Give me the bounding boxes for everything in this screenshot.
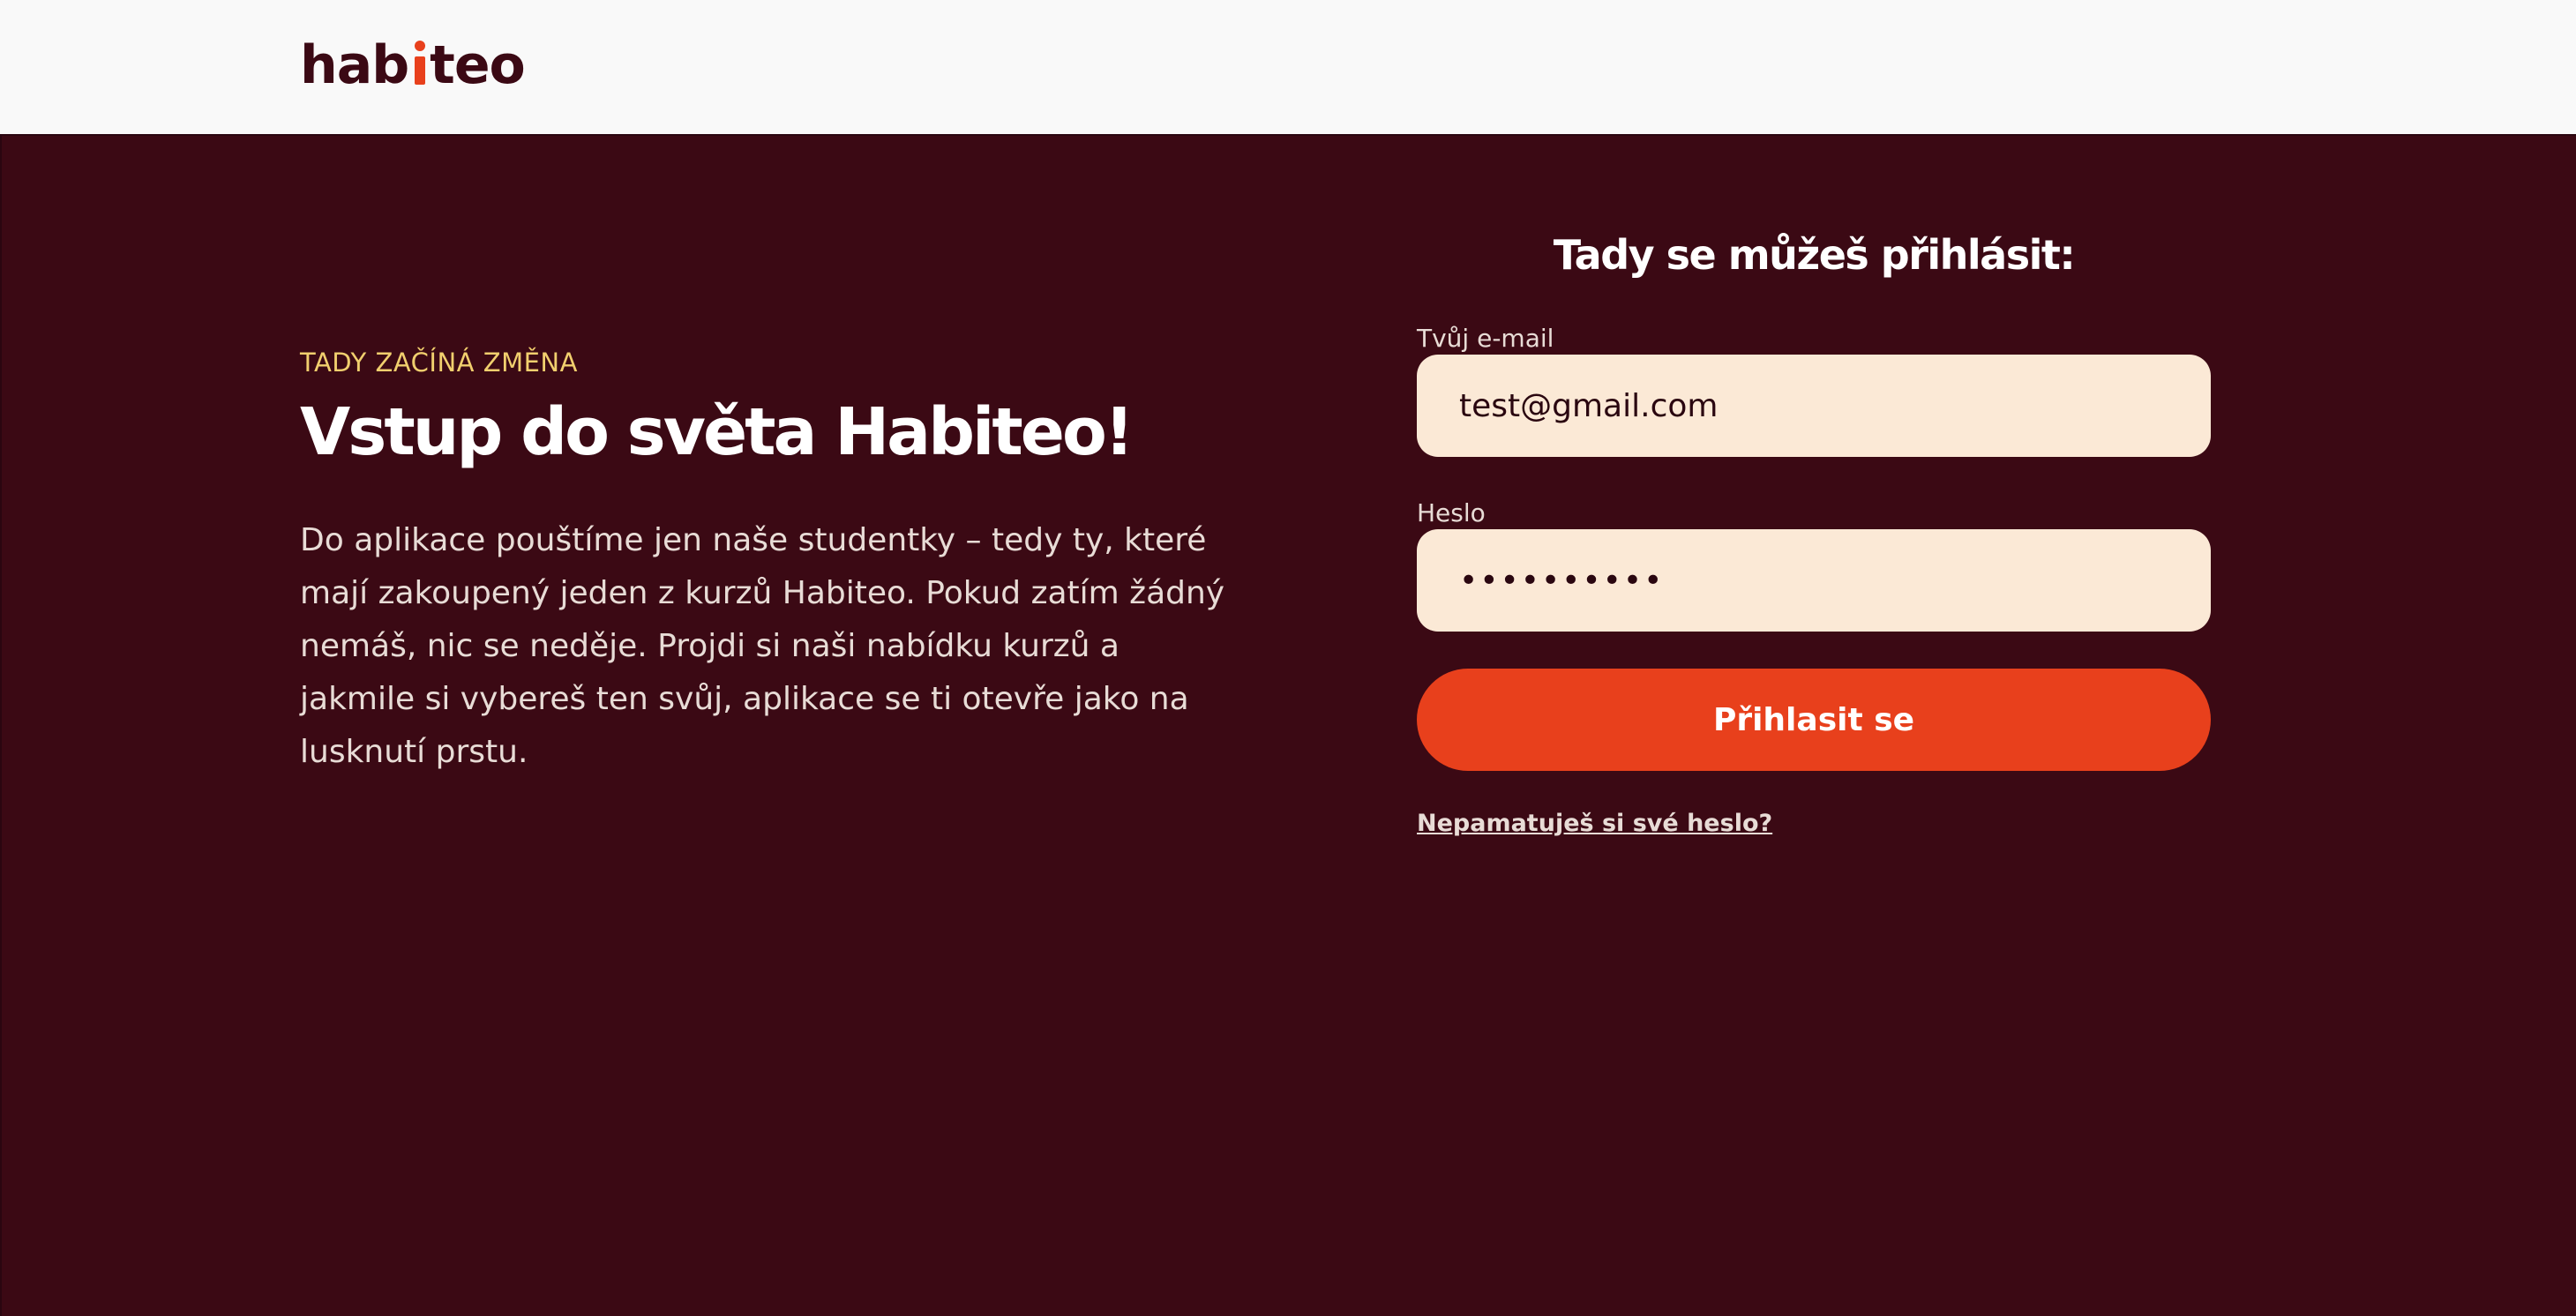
eyebrow-text: TADY ZAČÍNÁ ZMĚNA <box>300 348 578 378</box>
habiteo-logo[interactable]: hab teo <box>300 30 526 101</box>
login-button[interactable]: Přihlasit se <box>1417 669 2211 771</box>
password-label: Heslo <box>1417 498 1486 527</box>
logo-text-start: hab <box>300 34 409 96</box>
email-label: Tvůj e-mail <box>1417 324 1554 353</box>
logo-accent-i-icon <box>410 30 428 85</box>
forgot-password-link[interactable]: Nepamatuješ si své heslo? <box>1417 810 1772 837</box>
login-page-main: TADY ZAČÍNÁ ZMĚNA Vstup do světa Habiteo… <box>0 136 2576 1316</box>
password-field[interactable] <box>1417 529 2211 632</box>
intro-paragraph: Do aplikace pouštíme jen naše studentky … <box>300 522 1225 771</box>
login-form: Tady se můžeš přihlásit: Tvůj e-mail Hes… <box>1417 224 2211 837</box>
email-field[interactable] <box>1417 355 2211 457</box>
login-form-title: Tady se můžeš přihlásit: <box>1553 231 2076 279</box>
logo-text-end: teo <box>430 34 526 96</box>
page-title: Vstup do světa Habiteo! <box>300 394 1134 470</box>
top-header: hab teo <box>0 0 2576 136</box>
intro-section: TADY ZAČÍNÁ ZMĚNA Vstup do světa Habiteo… <box>300 348 1235 779</box>
